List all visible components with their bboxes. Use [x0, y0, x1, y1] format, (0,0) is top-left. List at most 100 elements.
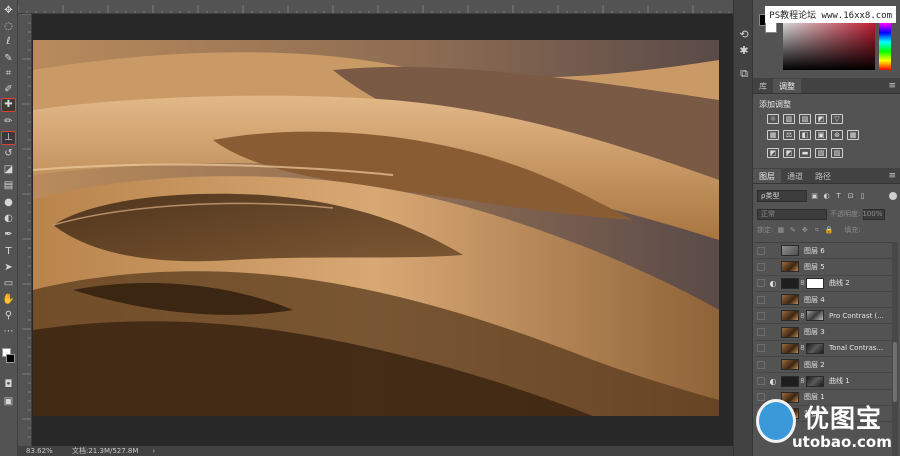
layer-row[interactable]: 8 Pro Contrast (... — [755, 308, 895, 325]
filter-shape-icon[interactable]: ⊡ — [846, 191, 855, 200]
layer-name[interactable]: 图层 6 — [804, 246, 825, 256]
eyedropper-icon[interactable]: ✐ — [1, 83, 16, 97]
lock-image-icon[interactable]: ✎ — [788, 226, 797, 235]
quick-selection-icon[interactable]: ✎ — [1, 52, 16, 66]
quick-mask-icon[interactable]: ◘ — [1, 378, 16, 392]
layer-thumbnail[interactable] — [781, 261, 799, 273]
adjustment-row1-2-icon[interactable]: ▨ — [799, 114, 811, 124]
tab-layers[interactable]: 图层 — [753, 169, 781, 183]
mask-link-icon[interactable]: 8 — [799, 377, 806, 385]
visibility-toggle-icon[interactable] — [755, 326, 767, 338]
adjustment-row3-1-icon[interactable]: ◩ — [783, 148, 795, 158]
visibility-box[interactable] — [757, 328, 765, 337]
layer-name[interactable]: 图层 4 — [804, 295, 825, 305]
filter-smart-object-icon[interactable]: ▯ — [858, 191, 867, 200]
layer-mask-thumbnail[interactable] — [806, 277, 824, 289]
layer-mask-thumbnail[interactable] — [806, 375, 824, 387]
layer-name[interactable]: Tonal Contras... — [829, 344, 883, 352]
horizontal-ruler[interactable] — [18, 0, 733, 14]
adjustment-row3-3-icon[interactable]: ▧ — [815, 148, 827, 158]
adjustment-row3-0-icon[interactable]: ◩ — [767, 148, 779, 158]
layers-menu-icon[interactable]: ≡ — [888, 169, 896, 183]
layer-name[interactable]: 曲线 1 — [829, 376, 850, 386]
layer-name[interactable]: Pro Contrast (... — [829, 312, 884, 320]
adjustment-row1-4-icon[interactable]: ▽ — [831, 114, 843, 124]
visibility-toggle-icon[interactable] — [755, 342, 767, 354]
lock-position-icon[interactable]: ✥ — [800, 226, 809, 235]
layer-thumbnail[interactable] — [781, 277, 799, 289]
adjustment-row3-4-icon[interactable]: ▨ — [831, 148, 843, 158]
visibility-toggle-icon[interactable] — [755, 245, 767, 257]
layer-row[interactable]: ◐ 8 曲线 1 — [755, 373, 895, 390]
clone-stamp-icon[interactable]: ⊥ — [1, 131, 16, 145]
visibility-toggle-icon[interactable] — [755, 261, 767, 273]
layer-thumbnail[interactable] — [781, 326, 799, 338]
lock-artboard-icon[interactable]: ⌗ — [812, 226, 821, 235]
properties-icon[interactable]: ⧉ — [736, 66, 752, 82]
layer-row[interactable]: 图层 2 — [755, 357, 895, 374]
layer-thumbnail[interactable] — [781, 294, 799, 306]
mask-link-icon[interactable]: 8 — [799, 279, 806, 287]
adjustment-row2-3-icon[interactable]: ▣ — [815, 130, 827, 140]
brush-icon[interactable]: ✏ — [1, 115, 16, 129]
type-icon[interactable]: T — [1, 245, 16, 259]
mask-link-icon[interactable]: 8 — [799, 312, 806, 320]
hand-icon[interactable]: ✋ — [1, 293, 16, 307]
gradient-icon[interactable]: ▤ — [1, 179, 16, 193]
adjustment-row2-1-icon[interactable]: ⚖ — [783, 130, 795, 140]
layer-row[interactable]: 图层 6 — [755, 243, 895, 260]
eraser-icon[interactable]: ◪ — [1, 163, 16, 177]
toolbar-color-swatches[interactable] — [2, 348, 16, 370]
more-icon[interactable]: ⋯ — [1, 325, 16, 339]
layer-mask-thumbnail[interactable] — [806, 310, 824, 322]
layer-name[interactable]: 图层 5 — [804, 262, 825, 272]
history-brush-icon[interactable]: ↺ — [1, 147, 16, 161]
blur-icon[interactable]: ● — [1, 196, 16, 210]
visibility-box[interactable] — [757, 279, 765, 288]
document-image-desert-dunes[interactable] — [33, 40, 719, 416]
elliptical-marquee-icon[interactable]: ◌ — [1, 20, 16, 34]
visibility-box[interactable] — [757, 262, 765, 271]
adjustment-row2-4-icon[interactable]: ⊛ — [831, 130, 843, 140]
toolbar-background-swatch[interactable] — [6, 354, 15, 363]
layer-row[interactable]: 图层 4 — [755, 291, 895, 309]
visibility-toggle-icon[interactable] — [755, 375, 767, 387]
visibility-box[interactable] — [757, 360, 765, 369]
visibility-toggle-icon[interactable] — [755, 359, 767, 371]
pen-icon[interactable]: ✒ — [1, 228, 16, 242]
lock-all-icon[interactable]: 🔒 — [824, 226, 834, 235]
layer-row[interactable]: 图层 5 — [755, 259, 895, 276]
tab-paths[interactable]: 路径 — [809, 169, 837, 183]
tab-library[interactable]: 库 — [753, 79, 773, 93]
move-icon[interactable]: ✥ — [1, 4, 16, 18]
tab-adjustments[interactable]: 调整 — [773, 79, 801, 93]
layer-name[interactable]: 图层 2 — [804, 360, 825, 370]
path-selection-icon[interactable]: ➤ — [1, 261, 16, 275]
tab-channels[interactable]: 通道 — [781, 169, 809, 183]
visibility-box[interactable] — [757, 311, 765, 320]
adjustment-row2-2-icon[interactable]: ◧ — [799, 130, 811, 140]
status-menu-arrow[interactable]: › — [138, 447, 155, 455]
healing-brush-icon[interactable]: ✚ — [1, 98, 16, 112]
history-icon[interactable]: ⟲ — [736, 26, 752, 42]
canvas-area[interactable] — [18, 0, 733, 446]
mask-link-icon[interactable]: 8 — [799, 344, 806, 352]
blend-mode-select[interactable]: 正常 — [757, 208, 827, 220]
actions-icon[interactable]: ✱ — [736, 42, 752, 58]
adjustment-row2-5-icon[interactable]: ▦ — [847, 130, 859, 140]
visibility-box[interactable] — [757, 246, 765, 255]
zoom-level[interactable]: 83.62% — [18, 447, 68, 455]
filter-pixel-icon[interactable]: ▣ — [810, 191, 819, 200]
visibility-box[interactable] — [757, 344, 765, 353]
layer-mask-thumbnail[interactable] — [806, 342, 824, 354]
layer-row[interactable]: 8 Tonal Contras... — [755, 340, 895, 358]
filter-toggle[interactable] — [889, 191, 897, 200]
adjustment-row1-0-icon[interactable]: ☼ — [767, 114, 779, 124]
vertical-ruler[interactable] — [18, 14, 32, 446]
crop-icon[interactable]: ⌗ — [1, 67, 16, 81]
rectangle-icon[interactable]: ▭ — [1, 277, 16, 291]
layer-name[interactable]: 曲线 2 — [829, 278, 850, 288]
visibility-toggle-icon[interactable] — [755, 277, 767, 289]
layer-thumbnail[interactable] — [781, 375, 799, 387]
adjustment-row3-2-icon[interactable]: ▬ — [799, 148, 811, 158]
